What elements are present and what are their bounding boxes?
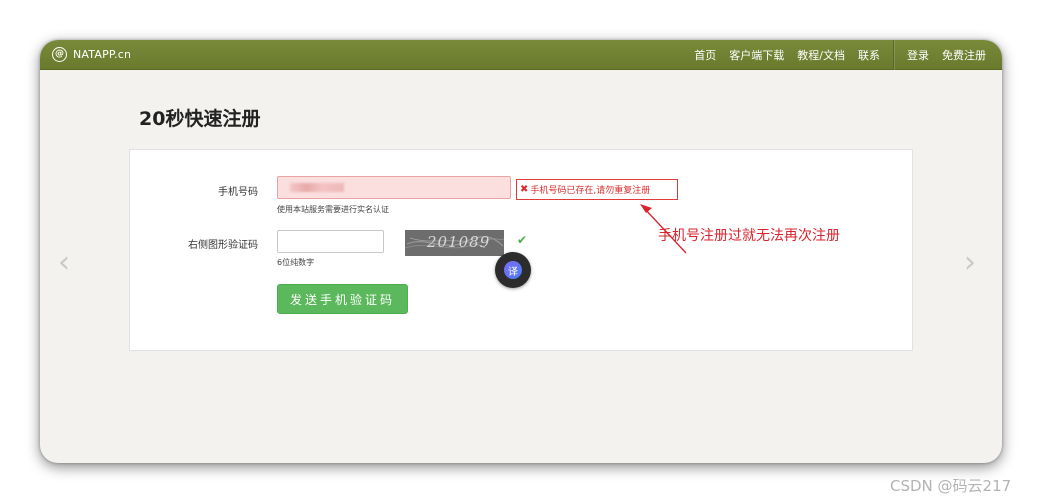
- brand-name: NATAPP.cn: [73, 48, 132, 61]
- captcha-valid-check-icon: ✔: [517, 233, 528, 247]
- captcha-label: 右侧图形验证码: [188, 240, 258, 251]
- phone-error-message: ✖ 手机号码已存在,请勿重复注册: [516, 179, 678, 200]
- top-navbar: @ NATAPP.cn 首页 客户端下载 教程/文档 联系 登录 免费注册: [40, 40, 1002, 70]
- phone-value-redacted: [290, 183, 344, 192]
- nav-link-download[interactable]: 客户端下载: [729, 47, 784, 63]
- captcha-input[interactable]: [277, 230, 384, 253]
- csdn-watermark: CSDN @码云217: [890, 477, 1012, 495]
- phone-error-text: 手机号码已存在,请勿重复注册: [530, 186, 651, 196]
- carousel-next-icon[interactable]: ›: [964, 248, 976, 278]
- captcha-image[interactable]: 201089: [405, 230, 504, 256]
- error-x-icon: ✖: [520, 184, 529, 195]
- send-sms-code-button[interactable]: 发送手机验证码: [277, 284, 408, 314]
- nav-link-contact[interactable]: 联系: [858, 47, 880, 63]
- translate-icon: 译: [504, 261, 522, 279]
- page-title: 20秒快速注册: [139, 108, 261, 130]
- translate-float-button[interactable]: 译: [495, 252, 531, 288]
- nav-link-docs[interactable]: 教程/文档: [797, 47, 845, 63]
- nav-divider: [893, 40, 894, 70]
- nav-link-register[interactable]: 免费注册: [942, 47, 986, 63]
- register-form-panel: 手机号码 使用本站服务需要进行实名认证 ✖ 手机号码已存在,请勿重复注册 右侧图…: [129, 149, 913, 351]
- browser-window: @ NATAPP.cn 首页 客户端下载 教程/文档 联系 登录 免费注册 20…: [40, 40, 1002, 463]
- captcha-hint: 6位纯数字: [277, 258, 315, 267]
- nav-links: 首页 客户端下载 教程/文档 联系 登录 免费注册: [681, 40, 986, 70]
- natapp-logo-icon: @: [52, 47, 67, 62]
- captcha-code: 201089: [427, 233, 491, 251]
- annotation-text: 手机号注册过就无法再次注册: [658, 228, 840, 244]
- phone-hint: 使用本站服务需要进行实名认证: [277, 205, 389, 214]
- phone-label: 手机号码: [218, 187, 258, 198]
- brand-logo[interactable]: @ NATAPP.cn: [52, 47, 131, 62]
- nav-link-login[interactable]: 登录: [907, 47, 929, 63]
- nav-link-home[interactable]: 首页: [694, 47, 716, 63]
- carousel-prev-icon[interactable]: ‹: [58, 248, 70, 278]
